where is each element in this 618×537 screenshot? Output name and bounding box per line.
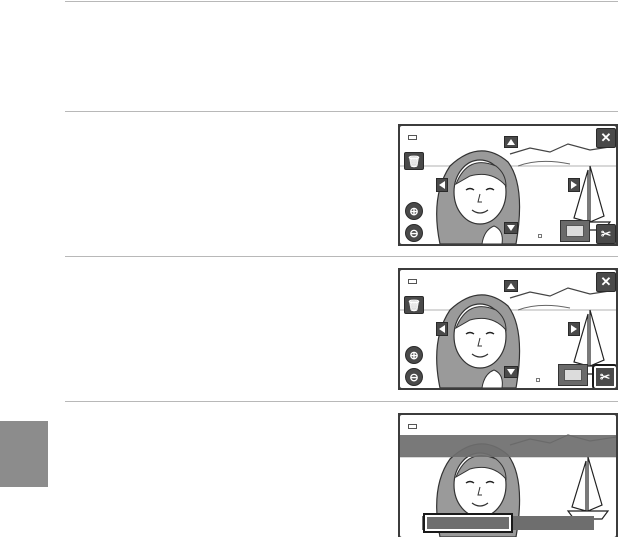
arrow-right-icon[interactable] [568,322,580,336]
close-x-icon[interactable]: ✕ [596,128,616,148]
chapter-side-tab [0,421,48,487]
section-rule-3 [65,401,618,402]
zoom-in-icon[interactable]: ⊕ [405,202,423,220]
camera-screen-3 [398,413,618,537]
confirm-option-selected[interactable] [423,513,513,533]
scissors-icon[interactable]: ✂ [596,224,616,244]
scissors-icon[interactable]: ✂ [592,364,616,388]
section-rule-1 [65,111,618,112]
top-rule [65,1,618,2]
camera-screen-2: ✕ 🗑 ⊕ ⊖ ✂ [398,268,618,390]
trash-icon[interactable]: 🗑 [404,152,424,170]
battery-icon [408,279,417,284]
arrow-down-icon[interactable] [504,222,518,234]
section-rule-2 [65,256,618,257]
arrow-left-icon[interactable] [436,322,448,336]
zoom-in-icon[interactable]: ⊕ [405,346,423,364]
zoom-indicator-dot [538,234,542,238]
close-x-icon[interactable]: ✕ [596,272,616,292]
navigation-window [560,220,590,242]
arrow-up-icon[interactable] [504,136,518,148]
confirm-message-banner [400,435,616,457]
zoom-out-icon[interactable]: ⊖ [405,224,423,242]
arrow-up-icon[interactable] [504,280,518,292]
battery-icon [408,135,417,140]
battery-icon [408,424,417,429]
zoom-out-icon[interactable]: ⊖ [405,368,423,386]
trash-icon[interactable]: 🗑 [404,296,424,314]
arrow-down-icon[interactable] [504,366,518,378]
arrow-right-icon[interactable] [568,178,580,192]
arrow-left-icon[interactable] [436,178,448,192]
camera-screen-1: ✕ 🗑 ⊕ ⊖ ✂ [398,124,618,246]
navigation-window [558,364,588,386]
zoom-indicator-dot [536,378,540,382]
